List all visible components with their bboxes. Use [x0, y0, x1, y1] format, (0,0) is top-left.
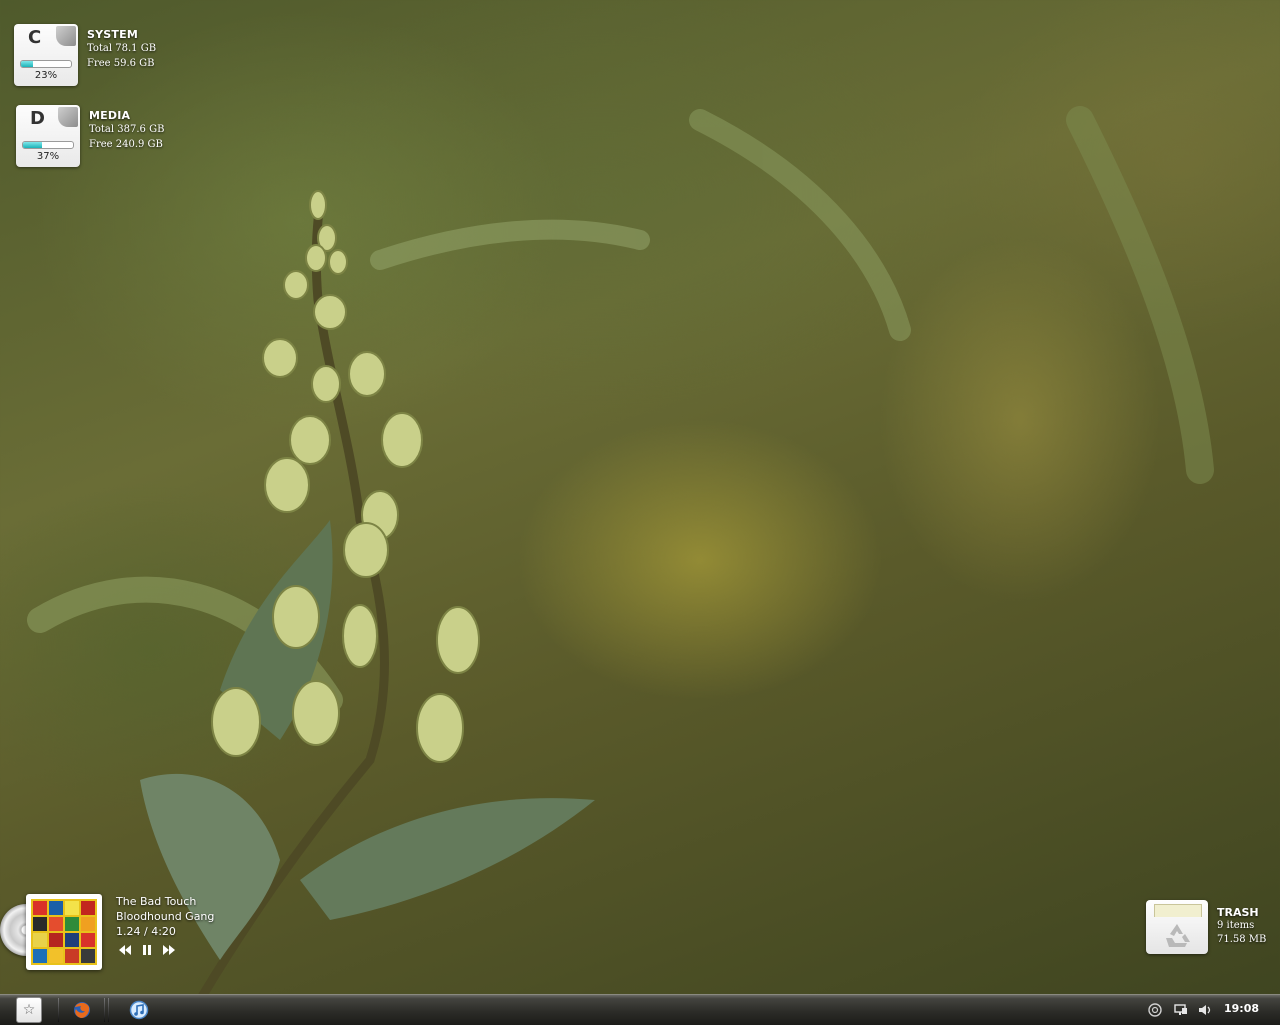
itunes-icon[interactable]: [128, 999, 150, 1021]
drive-name: SYSTEM: [87, 28, 138, 41]
drive-free: Free 240.9 GB: [89, 139, 163, 150]
album-cover[interactable]: [26, 894, 102, 970]
drive-free: Free 59.6 GB: [87, 58, 155, 69]
firefox-icon[interactable]: [71, 999, 93, 1021]
drive-usage-percent: 23%: [34, 70, 58, 81]
taskbar-divider: [58, 998, 59, 1022]
taskbar-divider: [108, 998, 109, 1022]
drive-icon-fold: [56, 26, 76, 46]
album-art: [31, 899, 97, 965]
drive-letter: D: [30, 108, 45, 129]
drive-usage-fill: [23, 142, 42, 148]
track-title: The Bad Touch: [116, 895, 197, 908]
drive-letter: C: [28, 27, 42, 48]
pause-icon[interactable]: [140, 944, 154, 956]
drive-widget-c[interactable]: C 23% SYSTEM Total 78.1 GB Free 59.6 GB: [14, 24, 234, 88]
speaker-icon[interactable]: [1196, 1001, 1214, 1019]
previous-icon[interactable]: [118, 944, 132, 956]
track-info: The Bad Touch Bloodhound Gang 1.24 / 4:2…: [116, 894, 214, 939]
display-icon[interactable]: [1172, 1001, 1190, 1019]
drive-total: Total 78.1 GB: [87, 43, 157, 54]
taskbar-divider: [104, 998, 105, 1022]
drive-total: Total 387.6 GB: [89, 124, 165, 135]
music-player: The Bad Touch Bloodhound Gang 1.24 / 4:2…: [0, 888, 240, 974]
drive-widget-d[interactable]: D 37% MEDIA Total 387.6 GB Free 240.9 GB: [16, 105, 236, 169]
next-icon[interactable]: [162, 944, 176, 956]
drive-icon[interactable]: D 37%: [16, 105, 80, 167]
track-artist: Bloodhound Gang: [116, 910, 215, 923]
trash-items: 9 items: [1217, 920, 1255, 931]
network-icon[interactable]: [1146, 1001, 1164, 1019]
track-time: 1.24 / 4:20: [116, 925, 176, 938]
drive-info: MEDIA Total 387.6 GB Free 240.9 GB: [89, 109, 164, 152]
player-controls: [118, 944, 176, 956]
drive-icon[interactable]: C 23%: [14, 24, 78, 86]
trash-paper: [1154, 904, 1202, 917]
drive-icon-fold: [58, 107, 78, 127]
taskbar: ☆ 19:08: [0, 994, 1280, 1025]
drive-usage-bar: [20, 60, 72, 68]
drive-name: MEDIA: [89, 109, 131, 122]
drive-usage-bar: [22, 141, 74, 149]
recycle-icon: [1166, 924, 1190, 947]
trash-name: TRASH: [1217, 906, 1259, 919]
trash-info: TRASH 9 items 71.58 MB: [1217, 906, 1266, 947]
taskbar-clock[interactable]: 19:08: [1224, 1002, 1259, 1015]
drive-usage-fill: [21, 61, 33, 67]
start-button[interactable]: ☆: [16, 997, 42, 1023]
drive-usage-percent: 37%: [36, 151, 60, 162]
drive-info: SYSTEM Total 78.1 GB Free 59.6 GB: [87, 28, 156, 71]
star-icon: ☆: [22, 1002, 36, 1018]
trash-widget[interactable]: TRASH 9 items 71.58 MB: [1146, 900, 1276, 956]
recycle-bin-icon[interactable]: [1146, 900, 1208, 954]
trash-size: 71.58 MB: [1217, 934, 1267, 945]
